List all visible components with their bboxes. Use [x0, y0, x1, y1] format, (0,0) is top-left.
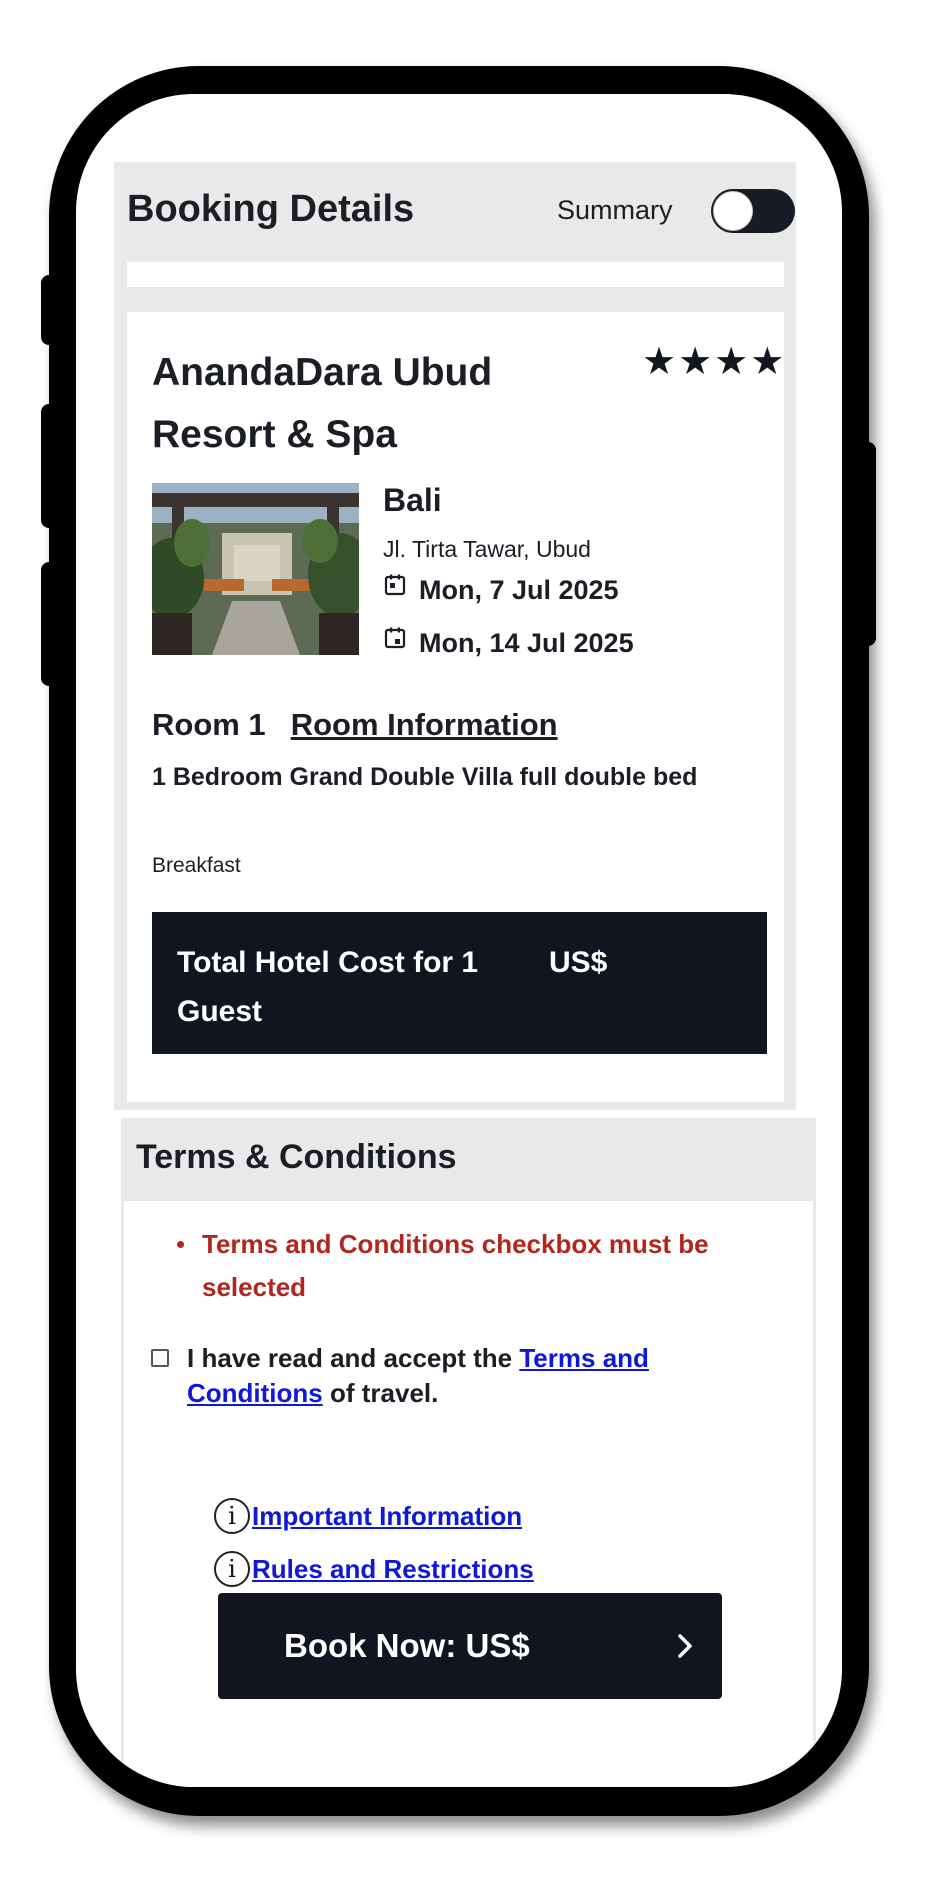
terms-header: Terms & Conditions	[121, 1118, 816, 1201]
booking-details-strip	[127, 262, 784, 287]
info-icon: i	[214, 1498, 250, 1534]
total-cost-label: Total Hotel Cost for 1 Guest	[177, 946, 479, 1028]
rules-restrictions-row[interactable]: i Rules and Restrictions	[214, 1551, 534, 1587]
hotel-photo-graphic	[152, 483, 359, 655]
hotel-photo[interactable]	[152, 483, 359, 655]
error-bullet-icon: •	[176, 1229, 186, 1259]
room-row: Room 1 Room Information	[152, 707, 558, 743]
phone-screen: Booking Details Summary AnandaDara Ubud …	[76, 94, 842, 1787]
summary-label: Summary	[557, 195, 673, 225]
summary-toggle[interactable]	[711, 189, 795, 233]
summary-toggle-knob[interactable]	[713, 191, 753, 231]
star-rating: ★★★★	[642, 341, 787, 383]
terms-accept-text: I have read and accept the Terms and Con…	[187, 1341, 747, 1411]
check-out-date: Mon, 14 Jul 2025	[419, 628, 634, 658]
board-type: Breakfast	[152, 854, 241, 877]
hotel-address: Jl. Tirta Tawar, Ubud	[383, 536, 591, 562]
important-information-link[interactable]: Important Information	[252, 1501, 522, 1532]
book-now-label: Book Now: US$	[284, 1627, 530, 1664]
booking-details-title: Booking Details	[127, 188, 415, 230]
important-information-row[interactable]: i Important Information	[214, 1498, 522, 1534]
terms-title: Terms & Conditions	[136, 1138, 457, 1176]
total-cost-box: Total Hotel Cost for 1 Guest US$	[152, 912, 767, 1054]
check-in-date: Mon, 7 Jul 2025	[419, 575, 619, 605]
booking-details-panel: Booking Details Summary AnandaDara Ubud …	[114, 162, 796, 1110]
total-cost-currency: US$	[549, 946, 608, 979]
book-now-button[interactable]: Book Now: US$	[218, 1593, 722, 1699]
calendar-check-out-icon	[384, 627, 406, 648]
terms-body: • Terms and Conditions checkbox must be …	[121, 1201, 816, 1787]
info-icon: i	[214, 1551, 250, 1587]
calendar-check-in-icon	[384, 574, 406, 595]
chevron-right-icon	[678, 1634, 692, 1658]
room-information-link[interactable]: Room Information	[291, 707, 558, 743]
hotel-city: Bali	[383, 482, 442, 518]
check-out-row: Mon, 14 Jul 2025	[383, 627, 634, 659]
accept-prefix: I have read and accept the	[187, 1343, 520, 1373]
terms-error-message: Terms and Conditions checkbox must be se…	[202, 1229, 709, 1302]
terms-checkbox[interactable]	[151, 1349, 169, 1367]
check-in-row: Mon, 7 Jul 2025	[383, 574, 619, 606]
accept-suffix: of travel.	[322, 1378, 439, 1408]
room-type: 1 Bedroom Grand Double Villa full double…	[152, 763, 698, 791]
hotel-card: AnandaDara Ubud Resort & Spa ★★★★ Bali J…	[127, 312, 784, 1102]
hotel-name: AnandaDara Ubud Resort & Spa	[152, 351, 493, 456]
room-number: Room 1	[152, 707, 266, 742]
rules-and-restrictions-link[interactable]: Rules and Restrictions	[252, 1554, 534, 1585]
